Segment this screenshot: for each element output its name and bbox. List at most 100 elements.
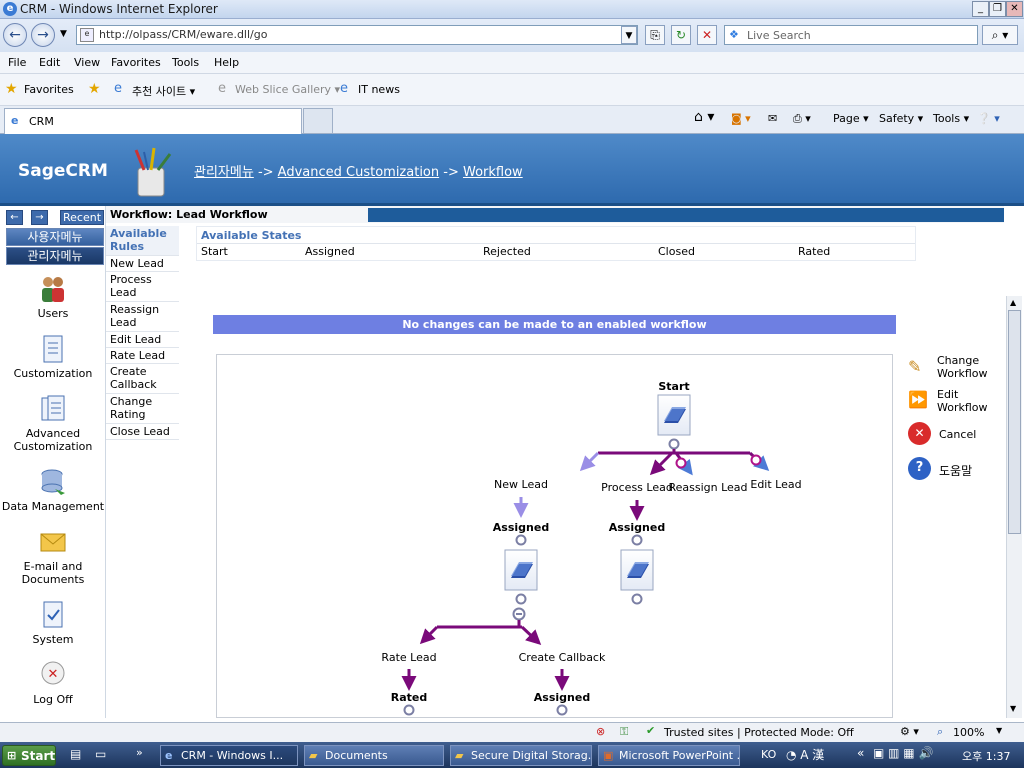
nav-system[interactable]: System (0, 600, 106, 646)
breadcrumb-advanced-customization[interactable]: Advanced Customization (278, 165, 439, 180)
search-input[interactable]: ❖ Live Search (724, 25, 978, 45)
safety-menu[interactable]: Safety ▾ (879, 112, 923, 125)
start-button[interactable]: ⊞ Start (2, 745, 56, 766)
mail-icon[interactable]: ✉ (768, 112, 777, 125)
process-lead-label[interactable]: Process Lead (601, 481, 673, 494)
help-icon[interactable]: ❔ ▾ (977, 112, 1000, 125)
rule-new-lead[interactable]: New Lead (106, 256, 179, 272)
language-indicator[interactable]: KO (761, 748, 776, 761)
web-slice-gallery-link[interactable]: Web Slice Gallery ▾ (235, 83, 340, 96)
tools-menu[interactable]: Tools ▾ (933, 112, 969, 125)
taskbar-item-documents[interactable]: ▰ Documents (304, 745, 444, 766)
left-navigation: ← → Recent 사용자메뉴 관리자메뉴 Users Customizati… (0, 206, 106, 718)
security-zone-text[interactable]: Trusted sites | Protected Mode: Off (664, 726, 854, 739)
menu-view[interactable]: View (74, 56, 100, 69)
rule-reassign-lead[interactable]: Reassign Lead (106, 302, 179, 332)
zoom-level[interactable]: 100% (953, 726, 984, 739)
quick-launch-more-icon[interactable]: » (136, 746, 143, 759)
show-desktop-icon[interactable]: ▤ (70, 747, 81, 761)
create-callback-label[interactable]: Create Callback (519, 651, 606, 664)
available-states-header: Available States (201, 229, 302, 242)
window-titlebar: e CRM - Windows Internet Explorer _ ❐ ✕ (0, 0, 1024, 19)
menu-tools[interactable]: Tools (172, 56, 199, 69)
search-button[interactable]: ⌕ ▾ (982, 25, 1018, 45)
tab-ie-icon: e (11, 114, 19, 127)
stop-icon[interactable]: ✕ (697, 25, 717, 45)
nav-advanced-customization[interactable]: Advanced Customization (0, 394, 106, 453)
state-rejected[interactable]: Rejected (483, 245, 531, 258)
rule-change-rating[interactable]: Change Rating (106, 394, 179, 424)
menu-edit[interactable]: Edit (39, 56, 60, 69)
edit-lead-label[interactable]: Edit Lead (750, 478, 801, 491)
taskbar-item-crm[interactable]: e CRM - Windows I... (160, 745, 298, 766)
start-state-node[interactable] (657, 394, 691, 436)
nav-customization[interactable]: Customization (0, 334, 106, 380)
new-lead-arrow (579, 451, 600, 472)
breadcrumb-admin[interactable]: 관리자메뉴 (194, 165, 254, 180)
print-icon[interactable]: ⎙ ▾ (793, 112, 811, 126)
favorites-button[interactable]: Favorites (24, 83, 74, 96)
state-assigned[interactable]: Assigned (305, 245, 355, 258)
address-input[interactable]: e http://olpass/CRM/eware.dll/go (76, 25, 638, 45)
nav-users[interactable]: Users (0, 274, 106, 320)
assigned-right-top-connector (631, 534, 643, 546)
vertical-scrollbar[interactable]: ▲ ▼ (1006, 296, 1022, 718)
tab-bar: e CRM ⌂ ▾ ◙ ▾ ✉ ⎙ ▾ Page ▾ Safety ▾ Tool… (0, 106, 1024, 134)
close-window-button[interactable]: ✕ (1006, 1, 1023, 17)
suggested-sites-link[interactable]: 추천 사이트 ▾ (132, 83, 195, 99)
feeds-icon[interactable]: ◙ ▾ (731, 112, 751, 125)
menu-file[interactable]: File (8, 56, 26, 69)
forward-button[interactable]: → (31, 23, 55, 47)
taskbar-item-powerpoint[interactable]: ▣ Microsoft PowerPoint ... (598, 745, 740, 766)
menu-help[interactable]: Help (214, 56, 239, 69)
rate-lead-label[interactable]: Rate Lead (381, 651, 436, 664)
rule-close-lead[interactable]: Close Lead (106, 424, 179, 440)
maximize-button[interactable]: ❐ (989, 1, 1006, 17)
menu-favorites[interactable]: Favorites (111, 56, 161, 69)
state-rated[interactable]: Rated (798, 245, 830, 258)
new-lead-label[interactable]: New Lead (494, 478, 548, 491)
reassign-lead-label[interactable]: Reassign Lead (668, 481, 747, 494)
state-start[interactable]: Start (201, 245, 228, 258)
rated-label: Rated (391, 691, 428, 704)
state-closed[interactable]: Closed (658, 245, 695, 258)
recent-button[interactable]: Recent (60, 210, 104, 225)
toolbox-icon (134, 147, 172, 197)
rule-rate-lead[interactable]: Rate Lead (106, 348, 179, 364)
home-icon[interactable]: ⌂ ▾ (694, 109, 714, 125)
workflow-diagram-svg: Start New Lead Process Lead Reassign Lea… (381, 380, 802, 716)
rule-create-callback[interactable]: Create Callback (106, 364, 179, 394)
scrollbar-thumb[interactable] (1008, 310, 1021, 534)
user-menu-button[interactable]: 사용자메뉴 (6, 228, 104, 246)
refresh-icon[interactable]: ↻ (671, 25, 691, 45)
add-favorite-icon[interactable]: ★ (88, 81, 101, 97)
quick-launch-icon[interactable]: ▭ (95, 747, 106, 761)
back-button[interactable]: ← (3, 23, 27, 47)
it-news-link[interactable]: IT news (358, 83, 400, 96)
page-menu[interactable]: Page ▾ (833, 112, 869, 125)
nav-data-management[interactable]: Data Management (0, 467, 106, 513)
scroll-up-icon[interactable]: ▲ (1010, 298, 1016, 307)
minimize-button[interactable]: _ (972, 1, 989, 17)
nav-log-off[interactable]: ✕ Log Off (0, 660, 106, 706)
scroll-down-icon[interactable]: ▼ (1010, 704, 1016, 713)
nav-back-arrow-icon[interactable]: ← (6, 210, 23, 225)
nav-forward-arrow-icon[interactable]: → (31, 210, 48, 225)
tray-expand-icon[interactable]: « (857, 746, 864, 760)
admin-menu-button[interactable]: 관리자메뉴 (6, 247, 104, 265)
rule-edit-lead[interactable]: Edit Lead (106, 332, 179, 348)
nav-email-documents[interactable]: E-mail and Documents (0, 527, 106, 586)
assigned-left-state-node[interactable] (504, 549, 538, 591)
rule-process-lead[interactable]: Process Lead (106, 272, 179, 302)
assigned-right-state-node[interactable] (620, 549, 654, 591)
tab-crm[interactable]: e CRM (4, 108, 302, 134)
new-tab-button[interactable] (303, 108, 333, 134)
history-dropdown-icon[interactable]: ▼ (60, 29, 67, 39)
zoom-dropdown-icon[interactable]: ▼ (996, 726, 1002, 735)
breadcrumb-workflow[interactable]: Workflow (463, 165, 523, 180)
taskbar-item-secure-digital[interactable]: ▰ Secure Digital Storag... (450, 745, 592, 766)
address-dropdown-icon[interactable]: ▼ (621, 26, 637, 44)
ime-icons[interactable]: ◔ A 漢 (786, 746, 824, 763)
compatibility-icon[interactable]: ⎘ (645, 25, 665, 45)
tray-icons[interactable]: ▣ ▥ ▦ 🔊 (873, 746, 933, 760)
